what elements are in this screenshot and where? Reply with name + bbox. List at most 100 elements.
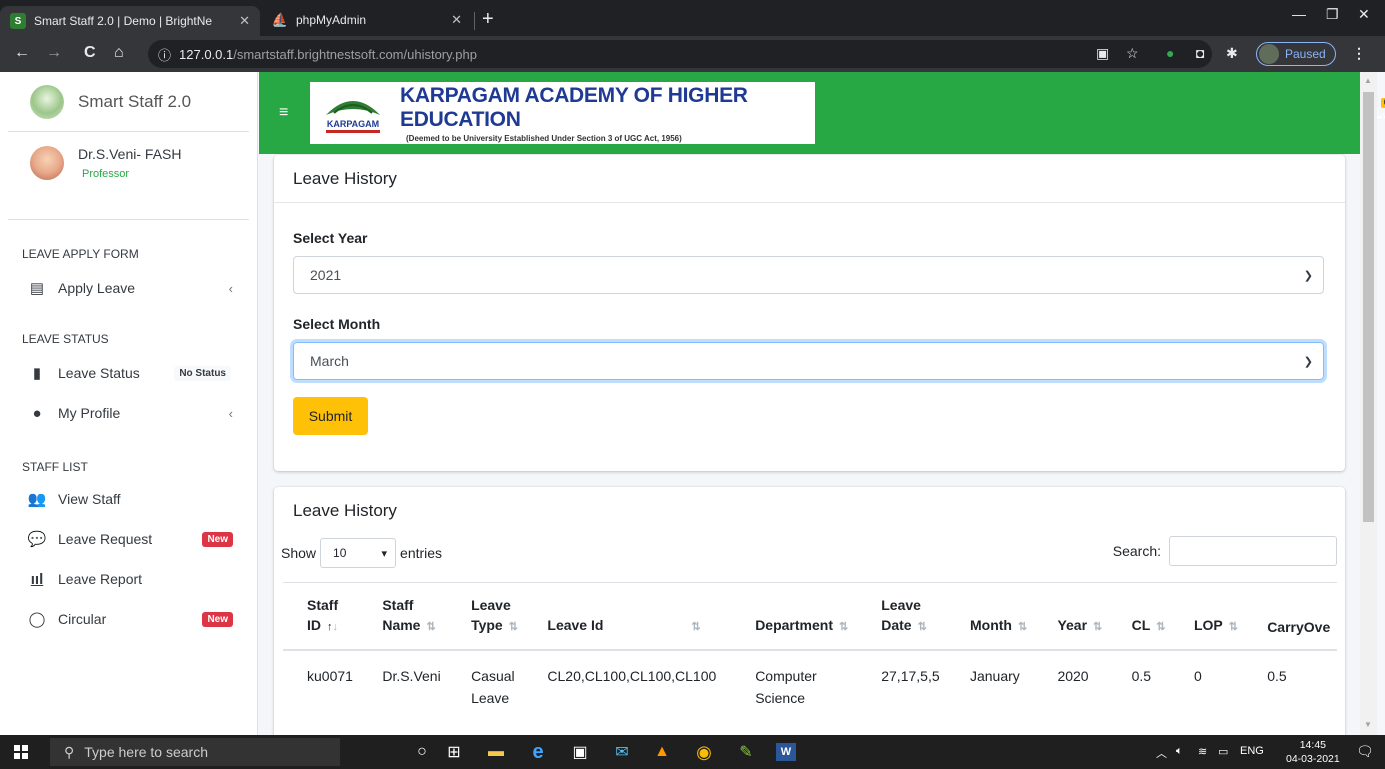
- site-info-icon[interactable]: ⓘ: [158, 45, 171, 64]
- notification-count-badge: 0: [1381, 98, 1385, 108]
- year-select[interactable]: 2021 ❯: [293, 256, 1324, 294]
- chevron-down-icon: ❯: [1303, 269, 1313, 282]
- circle-chevron-icon: ◯: [28, 611, 46, 628]
- sidebar-item-label: View Staff: [58, 491, 121, 507]
- close-tab-icon[interactable]: ✕: [451, 12, 462, 28]
- user-name[interactable]: Dr.S.Veni- FASH: [78, 146, 181, 162]
- col-leave-id[interactable]: Leave Id ⇅: [523, 582, 732, 651]
- search-input[interactable]: [1169, 536, 1337, 566]
- task-view-icon[interactable]: ⊞: [442, 741, 466, 763]
- submit-button[interactable]: Submit: [293, 397, 368, 435]
- sort-icon: ⇅: [508, 621, 518, 633]
- reload-icon[interactable]: C: [84, 44, 96, 62]
- entries-length-control: Show 10 ▾ entries: [281, 538, 442, 568]
- battery-icon[interactable]: ▭: [1218, 745, 1228, 758]
- browser-menu-icon[interactable]: ⋮: [1352, 45, 1366, 62]
- mail-icon[interactable]: ✉: [610, 741, 634, 763]
- extension-green-dot-icon[interactable]: ●: [1166, 45, 1174, 61]
- file-explorer-icon[interactable]: ▬: [484, 741, 508, 763]
- sort-icon: ⇅: [1228, 621, 1238, 633]
- sidebar-item-circular[interactable]: ◯ Circular New: [0, 599, 257, 639]
- sidebar-item-label: Apply Leave: [58, 280, 136, 296]
- col-lop[interactable]: LOP ⇅: [1169, 582, 1244, 651]
- leave-history-table: Staff ID ↑↓ Staff Name ⇅ Leave Type ⇅ Leave Id…: [283, 582, 1337, 709]
- col-department[interactable]: Department ⇅: [731, 582, 858, 651]
- profile-paused-label: Paused: [1285, 47, 1326, 61]
- show-hidden-icons-chevron-icon[interactable]: ︿: [1156, 745, 1167, 761]
- windows-start-icon[interactable]: [14, 745, 28, 759]
- close-tab-icon[interactable]: ✕: [239, 13, 250, 29]
- translate-icon[interactable]: ▣: [1096, 45, 1109, 62]
- page-scrollbar[interactable]: ▲ ▼: [1360, 72, 1377, 735]
- cell-leave-type: Casual Leave: [471, 668, 515, 706]
- camera-icon[interactable]: ◘: [1196, 45, 1204, 61]
- sidebar-item-apply-leave[interactable]: ▤ Apply Leave ‹: [0, 268, 257, 308]
- col-year[interactable]: Year ⇅: [1033, 582, 1108, 651]
- action-center-notification-icon[interactable]: 🗨︎: [1356, 743, 1374, 760]
- home-icon[interactable]: ⌂: [114, 44, 124, 62]
- sidebar-brand[interactable]: Smart Staff 2.0: [8, 72, 249, 132]
- smart-staff-favicon-icon: S: [10, 13, 26, 29]
- chevron-left-icon: ‹: [228, 280, 233, 296]
- notepad-icon[interactable]: ✎: [734, 741, 758, 763]
- month-select[interactable]: March ❯: [293, 342, 1324, 380]
- sidebar-item-leave-request[interactable]: 💬 Leave Request New: [0, 519, 257, 559]
- scrollbar-thumb[interactable]: [1363, 92, 1374, 522]
- sidebar-item-leave-status[interactable]: ▮ Leave Status No Status: [0, 353, 257, 393]
- cell-carry-over: 0.5: [1267, 668, 1287, 684]
- entries-length-value: 10: [333, 546, 347, 560]
- col-carry-over[interactable]: CarryOve: [1243, 582, 1337, 651]
- sort-icon: ↓: [332, 621, 339, 633]
- chevron-down-icon: ❯: [1303, 355, 1313, 368]
- sort-icon: ⇅: [838, 621, 849, 633]
- scroll-down-arrow-icon[interactable]: ▼: [1364, 720, 1372, 729]
- month-select-value: March: [310, 353, 349, 369]
- chrome-icon[interactable]: ◉: [692, 741, 716, 763]
- edge-browser-icon[interactable]: e: [526, 741, 550, 763]
- sidebar-item-label: Leave Request: [58, 531, 153, 547]
- browser-toolbar: ← → C ⌂ ⓘ 127.0.0.1 /smartstaff.brightne…: [0, 36, 1385, 72]
- word-icon[interactable]: W: [776, 743, 796, 761]
- forward-icon[interactable]: →: [46, 44, 62, 62]
- hamburger-menu-icon[interactable]: ≡: [279, 104, 288, 122]
- sort-icon: ⇅: [1156, 621, 1166, 633]
- search-label: Search:: [1112, 543, 1161, 559]
- brand-name: Smart Staff 2.0: [78, 91, 192, 111]
- language-indicator[interactable]: ENG: [1240, 745, 1264, 757]
- minimize-icon[interactable]: —: [1292, 6, 1306, 22]
- col-staff-id[interactable]: Staff ID ↑↓: [283, 582, 359, 651]
- taskbar-search-box[interactable]: ⚲ Type here to search: [50, 738, 340, 766]
- vlc-icon[interactable]: ▲: [650, 741, 674, 763]
- user-role: Professor: [82, 168, 130, 180]
- sidebar-item-my-profile[interactable]: ● My Profile ‹: [0, 393, 257, 433]
- taskbar-clock[interactable]: 14:45 04-03-2021: [1286, 738, 1340, 766]
- scroll-up-arrow-icon[interactable]: ▲: [1364, 76, 1372, 85]
- col-leave-type[interactable]: Leave Type ⇅: [447, 582, 524, 651]
- store-icon[interactable]: ▣: [568, 741, 592, 763]
- tab-smart-staff[interactable]: S Smart Staff 2.0 | Demo | BrightNe ✕: [0, 6, 260, 36]
- volume-icon[interactable]: 🔈︎: [1176, 745, 1183, 758]
- new-tab-icon[interactable]: +: [482, 8, 494, 31]
- col-month[interactable]: Month ⇅: [945, 582, 1034, 651]
- close-window-icon[interactable]: ✕: [1358, 6, 1370, 23]
- col-staff-name[interactable]: Staff Name ⇅: [358, 582, 448, 651]
- profile-paused-button[interactable]: Paused: [1256, 42, 1336, 66]
- tab-phpmyadmin[interactable]: ⛵ phpMyAdmin ✕: [262, 4, 472, 36]
- address-bar[interactable]: ⓘ 127.0.0.1 /smartstaff.brightnestsoft.c…: [148, 40, 1212, 68]
- bookmark-star-icon[interactable]: ☆: [1126, 45, 1139, 62]
- col-leave-date[interactable]: Leave Date ⇅: [857, 582, 946, 651]
- user-avatar: [30, 146, 64, 180]
- sort-icon: ⇅: [1017, 621, 1028, 633]
- col-cl[interactable]: CL ⇅: [1107, 582, 1170, 651]
- back-icon[interactable]: ←: [14, 44, 30, 62]
- extensions-puzzle-icon[interactable]: ✱: [1226, 45, 1238, 62]
- wifi-icon[interactable]: ≋: [1198, 745, 1207, 758]
- main-header: ≡ KARPAGAM KARPAGAM ACADEMY OF HIGHER ED…: [259, 72, 1385, 154]
- phpmyadmin-favicon-icon: ⛵: [271, 12, 289, 27]
- status-badge: No Status: [174, 365, 231, 381]
- entries-length-select[interactable]: 10 ▾: [320, 538, 397, 568]
- restore-icon[interactable]: ❐: [1326, 6, 1339, 23]
- sidebar-item-leave-report[interactable]: ııl Leave Report: [0, 559, 257, 599]
- sidebar-item-view-staff[interactable]: 👥 View Staff: [0, 479, 257, 519]
- cortana-icon[interactable]: ○: [410, 741, 434, 763]
